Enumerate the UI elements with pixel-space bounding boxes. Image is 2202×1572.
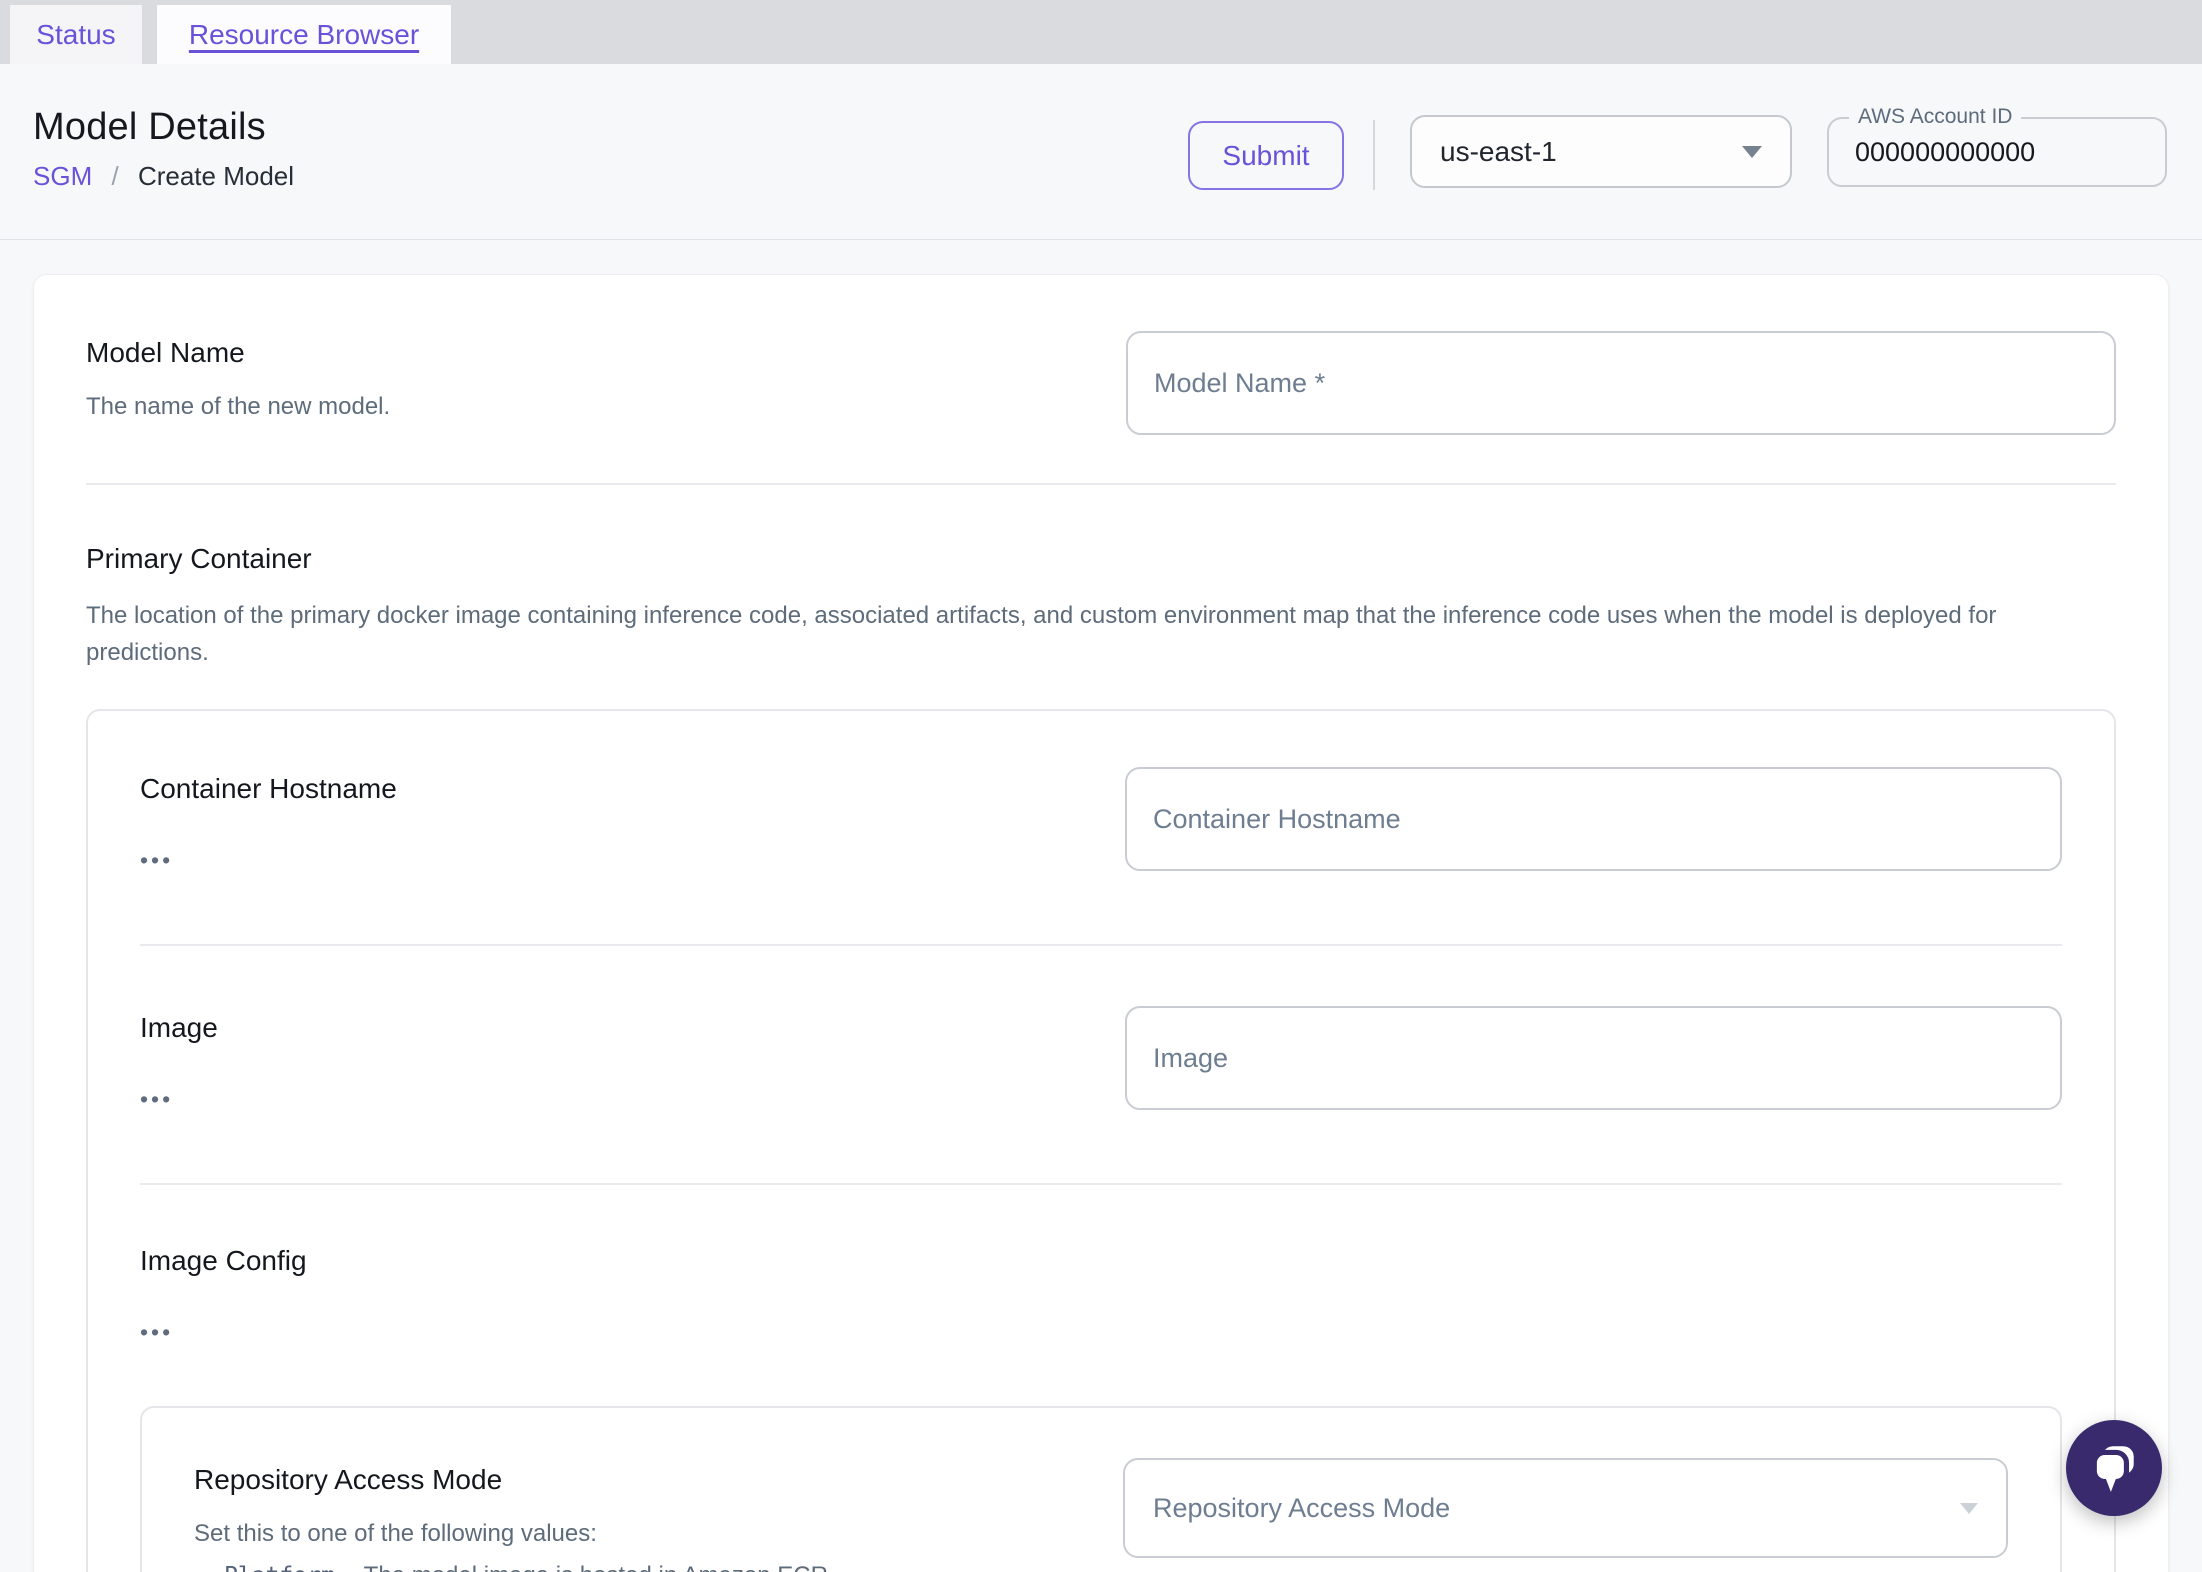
primary-container-description: The location of the primary docker image… [86, 602, 1997, 667]
image-input[interactable] [1125, 1006, 2062, 1111]
section-divider [86, 483, 2116, 485]
field-divider [140, 1183, 2062, 1186]
breadcrumb-separator: / [111, 161, 119, 191]
repository-access-mode-options-list: Platform - The model image is hosted in … [194, 1562, 1075, 1572]
chat-bubbles-icon [2087, 1440, 2141, 1497]
container-hostname-row: Container Hostname ••• [140, 767, 2062, 874]
caret-down-icon [1742, 145, 1762, 158]
model-name-input[interactable] [1126, 331, 2116, 435]
repository-access-mode-row: Repository Access Mode Set this to one o… [194, 1458, 2008, 1572]
repository-access-mode-description: Set this to one of the following values: [194, 1520, 597, 1548]
primary-container-heading: Primary Container [86, 543, 312, 574]
image-heading: Image [140, 1012, 218, 1044]
list-item: Platform - The model image is hosted in … [224, 1562, 1075, 1572]
image-row: Image ••• [140, 1006, 2062, 1113]
option-text: - The model image is hosted in Amazon EC… [349, 1562, 834, 1572]
page-header: Model Details SGM / Create Model Submit … [0, 64, 2202, 240]
container-hostname-more-button[interactable]: ••• [140, 847, 173, 874]
tab-status-label: Status [36, 18, 116, 50]
repository-access-mode-placeholder: Repository Access Mode [1153, 1492, 1451, 1523]
header-divider [1373, 120, 1375, 190]
image-config-heading: Image Config [140, 1245, 307, 1277]
region-select[interactable]: us-east-1 [1410, 115, 1792, 188]
image-config-card: Repository Access Mode Set this to one o… [140, 1406, 2062, 1572]
repository-access-mode-select[interactable]: Repository Access Mode [1123, 1458, 2008, 1559]
tab-status[interactable]: Status [10, 5, 142, 64]
tab-resource-browser[interactable]: Resource Browser [157, 5, 451, 64]
container-hostname-input[interactable] [1125, 767, 2062, 872]
breadcrumb-current: Create Model [137, 161, 295, 191]
aws-account-id-label: AWS Account ID [1849, 105, 2022, 129]
repository-access-mode-heading: Repository Access Mode [194, 1464, 503, 1496]
tab-resource-browser-label: Resource Browser [188, 18, 420, 50]
caret-down-icon [1960, 1502, 1978, 1514]
model-name-row: Model Name The name of the new model. [86, 331, 2116, 435]
aws-account-id-field: AWS Account ID [1827, 105, 2167, 187]
field-divider [140, 944, 2062, 947]
region-select-value: us-east-1 [1440, 135, 1557, 167]
image-config-row: Image Config ••• [140, 1245, 2062, 1346]
submit-button[interactable]: Submit [1188, 121, 1344, 190]
image-config-more-button[interactable]: ••• [140, 1319, 173, 1346]
tab-bar: Status Resource Browser [0, 0, 2202, 64]
image-more-button[interactable]: ••• [140, 1086, 173, 1113]
chat-widget-button[interactable] [2066, 1420, 2162, 1516]
primary-container-section: Primary Container The location of the pr… [86, 543, 2116, 1572]
model-name-heading: Model Name [86, 337, 245, 368]
page-content: Model Name The name of the new model. Pr… [0, 240, 2202, 1572]
primary-container-card: Container Hostname ••• Image ••• [86, 709, 2116, 1572]
option-code: Platform [224, 1563, 335, 1572]
breadcrumb-link-sgm[interactable]: SGM [33, 161, 92, 191]
model-name-description: The name of the new model. [86, 393, 391, 420]
container-hostname-heading: Container Hostname [140, 773, 397, 805]
model-details-card: Model Name The name of the new model. Pr… [33, 274, 2169, 1572]
